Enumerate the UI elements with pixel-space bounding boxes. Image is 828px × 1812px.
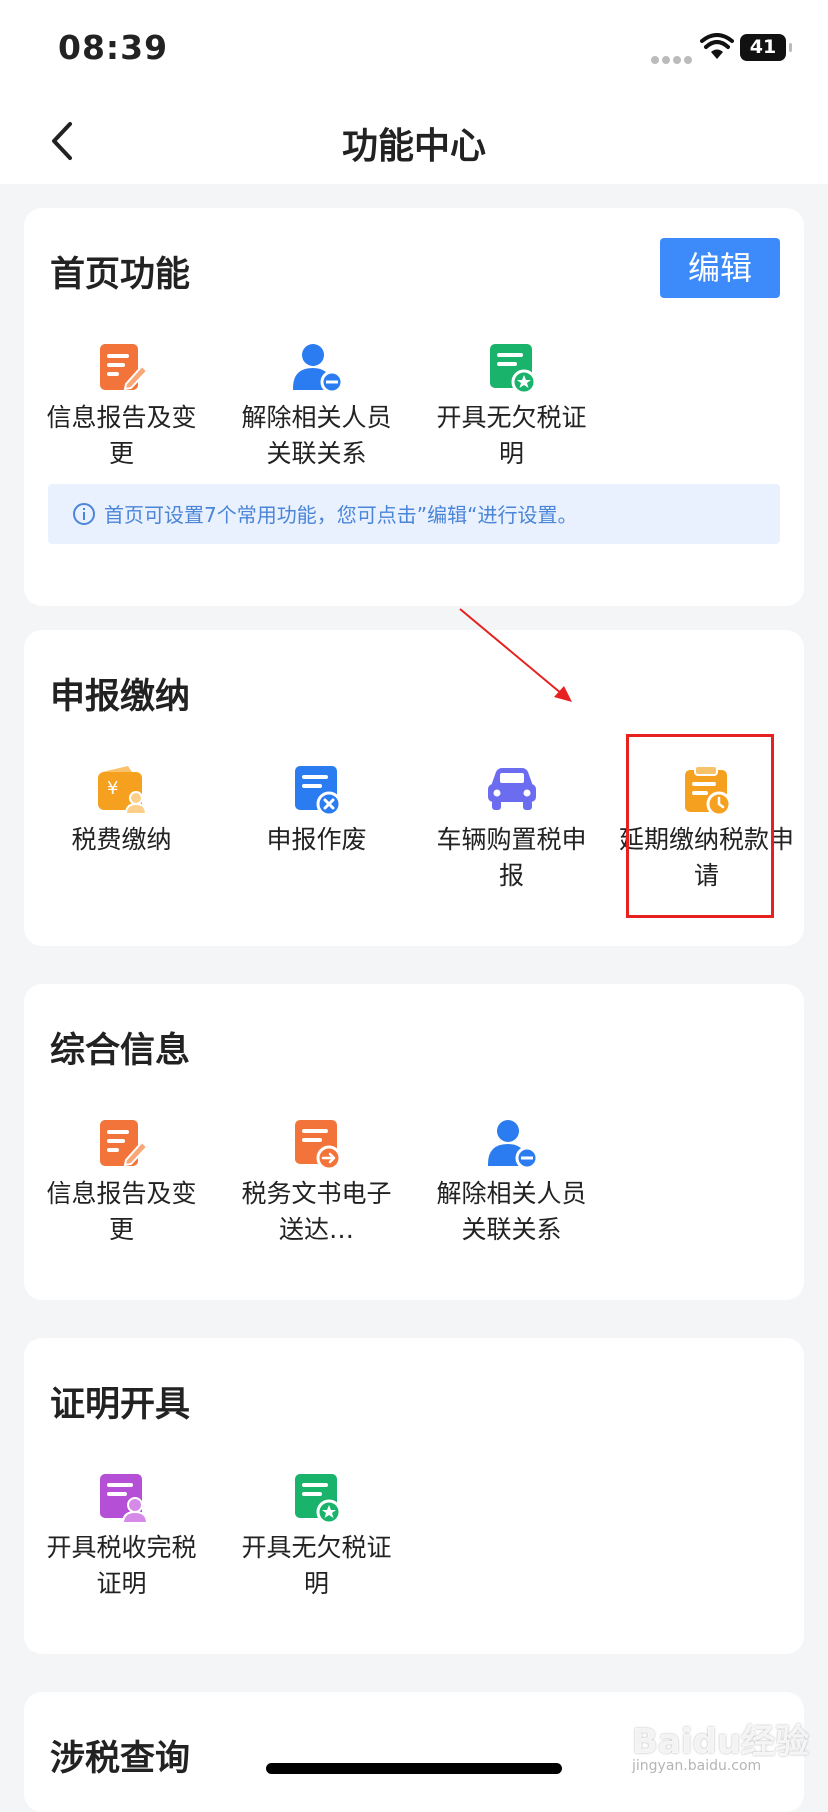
grid-item-tax-payment[interactable]: ¥ 税费缴纳	[24, 764, 219, 858]
section-title: 综合信息	[50, 1031, 191, 1071]
status-bar: 08:39 41	[0, 0, 828, 100]
home-grid: 信息报告及变更 解除相关人员关联关系 开具无欠税证明	[24, 342, 804, 492]
annotation-highlight-box	[626, 734, 774, 918]
doc-send-icon	[294, 1120, 341, 1170]
battery-icon: 41	[740, 34, 792, 61]
grid-item-declare-cancel[interactable]: 申报作废	[219, 764, 414, 858]
grid-item-label: 开具无欠税证明	[436, 403, 587, 468]
home-indicator[interactable]	[266, 1763, 562, 1774]
grid-item-label: 开具无欠税证明	[241, 1533, 392, 1598]
section-title[interactable]: 涉税查询	[50, 1730, 190, 1781]
grid-item-label: 车辆购置税申报	[436, 825, 587, 890]
grid-item-e-delivery[interactable]: 税务文书电子送达…	[219, 1118, 414, 1248]
wifi-icon	[700, 33, 734, 59]
watermark-logo: Baidu经验	[632, 1722, 810, 1762]
grid-item-remove-relation[interactable]: 解除相关人员关联关系	[219, 342, 414, 472]
signal-icon	[651, 49, 695, 68]
grid-item-no-tax-cert[interactable]: 开具无欠税证明	[414, 342, 609, 472]
grid-item-label: 解除相关人员关联关系	[241, 403, 392, 468]
edit-button[interactable]: 编辑	[660, 238, 780, 298]
grid-item-label: 信息报告及变更	[46, 1179, 197, 1244]
cert-grid: 开具税收完税证明 开具无欠税证明	[24, 1472, 804, 1622]
section-title: 证明开具	[50, 1385, 191, 1425]
section-title: 申报缴纳	[50, 677, 191, 717]
watermark-url: jingyan.baidu.com	[632, 1758, 762, 1774]
grid-item-info-report[interactable]: 信息报告及变更	[24, 342, 219, 472]
tip-text: 首页可设置7个常用功能，您可点击”编辑“进行设置。	[104, 503, 578, 527]
info-icon	[73, 503, 95, 525]
page-title: 功能中心	[341, 126, 486, 167]
certificate-icon	[489, 344, 536, 394]
certificate-icon	[294, 1474, 341, 1524]
edit-doc-icon	[99, 1120, 148, 1167]
wallet-yen-icon: ¥	[97, 766, 147, 815]
doc-person-icon	[99, 1474, 148, 1524]
grid-item-remove-relation[interactable]: 解除相关人员关联关系	[414, 1118, 609, 1248]
grid-item-label: 解除相关人员关联关系	[436, 1179, 587, 1244]
status-time: 08:39	[58, 28, 169, 67]
grid-item-vehicle-tax[interactable]: 车辆购置税申报	[414, 764, 609, 894]
comprehensive-info-card: 综合信息 信息报告及变更 税务文书电子送达… 解除相关人员关联关系	[24, 984, 804, 1300]
car-icon	[487, 768, 536, 810]
home-functions-card: 首页功能 编辑 信息报告及变更 解除相关人员关联关系 开具无欠税证明 首页可设置…	[24, 208, 804, 606]
edit-doc-icon	[99, 344, 148, 391]
nav-bar: 功能中心	[0, 100, 828, 184]
tip-banner: 首页可设置7个常用功能，您可点击”编辑“进行设置。	[48, 484, 780, 544]
svg-text:¥: ¥	[107, 778, 118, 799]
grid-item-info-report[interactable]: 信息报告及变更	[24, 1118, 219, 1248]
grid-item-no-tax-cert[interactable]: 开具无欠税证明	[219, 1472, 414, 1602]
certificate-card: 证明开具 开具税收完税证明 开具无欠税证明	[24, 1338, 804, 1654]
grid-item-label: 申报作废	[266, 825, 367, 854]
person-remove-icon	[292, 344, 343, 394]
grid-item-label: 信息报告及变更	[46, 403, 197, 468]
grid-item-label: 税费缴纳	[71, 825, 172, 854]
grid-item-label: 开具税收完税证明	[46, 1533, 197, 1598]
info-grid: 信息报告及变更 税务文书电子送达… 解除相关人员关联关系	[24, 1118, 804, 1268]
doc-cancel-icon	[294, 766, 341, 816]
section-title: 首页功能	[50, 255, 191, 295]
grid-item-label: 税务文书电子送达…	[241, 1179, 392, 1244]
grid-item-tax-paid-cert[interactable]: 开具税收完税证明	[24, 1472, 219, 1602]
person-remove-icon	[487, 1120, 538, 1170]
